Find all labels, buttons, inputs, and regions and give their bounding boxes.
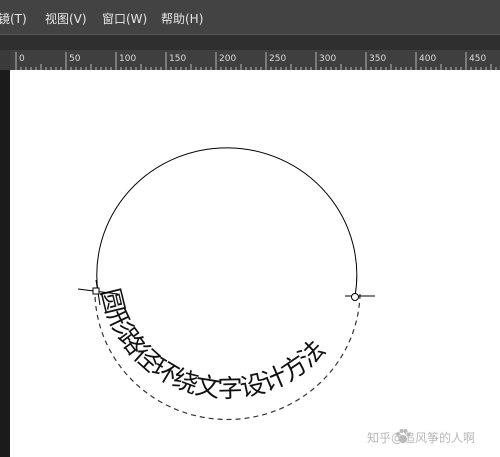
ruler-label: 0 [19, 54, 25, 64]
menu-window[interactable]: 窗口(W) [102, 10, 147, 27]
watermark-author: @追风筝的人啊 [391, 431, 476, 445]
ruler-label: 50 [69, 54, 81, 64]
ruler-label: 200 [219, 54, 236, 64]
ruler-label: 250 [269, 54, 286, 64]
menu-bar: 滤镜(T) 视图(V) 窗口(W) 帮助(H) [0, 0, 500, 34]
ruler-label: 400 [419, 54, 436, 64]
ruler-label: 350 [369, 54, 386, 64]
ruler-label: 450 [469, 54, 486, 64]
ruler-label: 300 [319, 54, 336, 64]
artwork-svg: 圆形路径环绕文字设计方法 [77, 147, 375, 421]
ruler-label: 100 [119, 54, 136, 64]
path-text: 圆形路径环绕文字设计方法 [95, 286, 330, 404]
menu-view[interactable]: 视图(V) [45, 10, 87, 27]
ruler-corner [0, 50, 10, 70]
circle-path [96, 147, 358, 297]
document-canvas[interactable]: 圆形路径环绕文字设计方法 [10, 70, 500, 457]
watermark-site: 知乎 [367, 431, 392, 445]
horizontal-ruler[interactable]: 0 50 100 150 200 250 300 350 400 450 [10, 50, 500, 70]
menu-help[interactable]: 帮助(H) [161, 10, 203, 27]
watermark: 知乎 @追风筝的人啊 [367, 428, 497, 446]
document-tab-strip [0, 34, 500, 50]
ruler-label: 150 [169, 54, 186, 64]
vertical-ruler[interactable] [0, 70, 10, 457]
menu-filter[interactable]: 滤镜(T) [0, 10, 27, 27]
path-text-content: 圆形路径环绕文字设计方法 [95, 286, 330, 404]
